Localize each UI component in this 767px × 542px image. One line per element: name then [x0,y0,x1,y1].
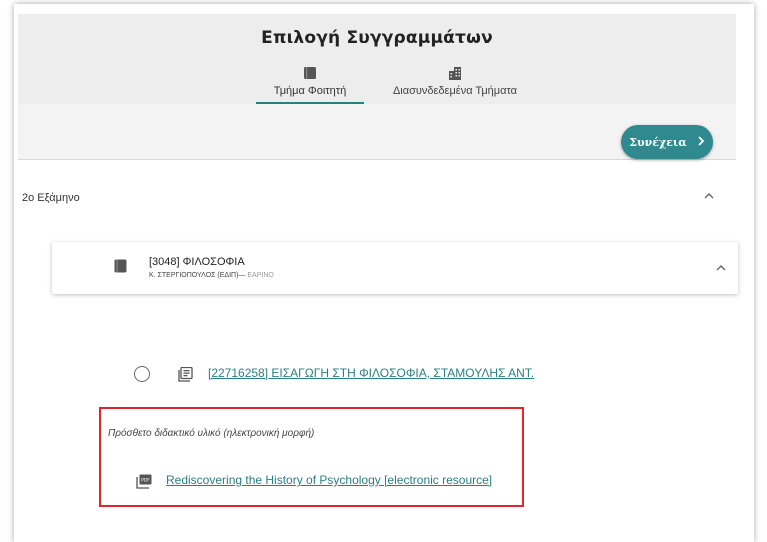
book-option-row: [22716258] ΕΙΣΑΓΩΓΗ ΣΤΗ ΦΙΛΟΣΟΦΙΑ, ΣΤΑΜΟ… [134,364,634,386]
course-period: ΕΑΡΙΝΟ [247,272,274,279]
book-radio-button[interactable] [134,366,150,382]
page-header: Επιλογή Συγγραμμάτων Τμήμα Φοιτητή Διασυ… [18,14,736,104]
continue-label: Συνέχεια [629,135,687,149]
tab-label: Διασυνδεδεμένα Τμήματα [392,85,518,97]
book-icon [114,259,127,278]
list-book-icon [178,366,193,387]
course-instructor: Κ. ΣΤΕΡΓΙΟΠΟΥΛΟΣ (ΕΔΙΠ) [149,272,239,279]
semester-label: 2ο Εξάμηνο [22,192,80,204]
page-title: Επιλογή Συγγραμμάτων [261,28,493,48]
electronic-resource-link[interactable]: Rediscovering the History of Psychology … [166,473,492,487]
course-separator: — [238,272,246,279]
chevron-up-icon[interactable] [704,192,714,202]
book-icon [256,66,364,82]
continue-button[interactable]: Συνέχεια [621,125,713,159]
extra-material-heading: Πρόσθετο διδακτικό υλικό (ηλεκτρονική μο… [108,428,315,439]
tab-student-department[interactable]: Τμήμα Φοιτητή [256,66,364,104]
electronic-resource-icon: PDF [136,474,152,494]
book-link[interactable]: [22716258] ΕΙΣΑΓΩΓΗ ΣΤΗ ΦΙΛΟΣΟΦΙΑ, ΣΤΑΜΟ… [208,366,534,380]
building-icon [372,66,538,82]
action-toolbar: Συνέχεια [18,104,736,160]
tab-linked-departments[interactable]: Διασυνδεδεμένα Τμήματα [372,66,538,104]
course-card[interactable]: [3048] ΦΙΛΟΣΟΦΙΑ Κ. ΣΤΕΡΓΙΟΠΟΥΛΟΣ (ΕΔΙΠ)… [52,242,738,294]
chevron-right-icon [697,135,705,149]
svg-text:PDF: PDF [141,478,150,484]
semester-section-header[interactable]: 2ο Εξάμηνο [18,178,736,218]
course-subtitle: Κ. ΣΤΕΡΓΙΟΠΟΥΛΟΣ (ΕΔΙΠ)— ΕΑΡΙΝΟ [149,272,274,279]
tab-label: Τμήμα Φοιτητή [273,85,347,97]
chevron-up-icon[interactable] [716,264,726,274]
highlight-box [99,407,524,507]
course-title: [3048] ΦΙΛΟΣΟΦΙΑ [149,256,245,268]
